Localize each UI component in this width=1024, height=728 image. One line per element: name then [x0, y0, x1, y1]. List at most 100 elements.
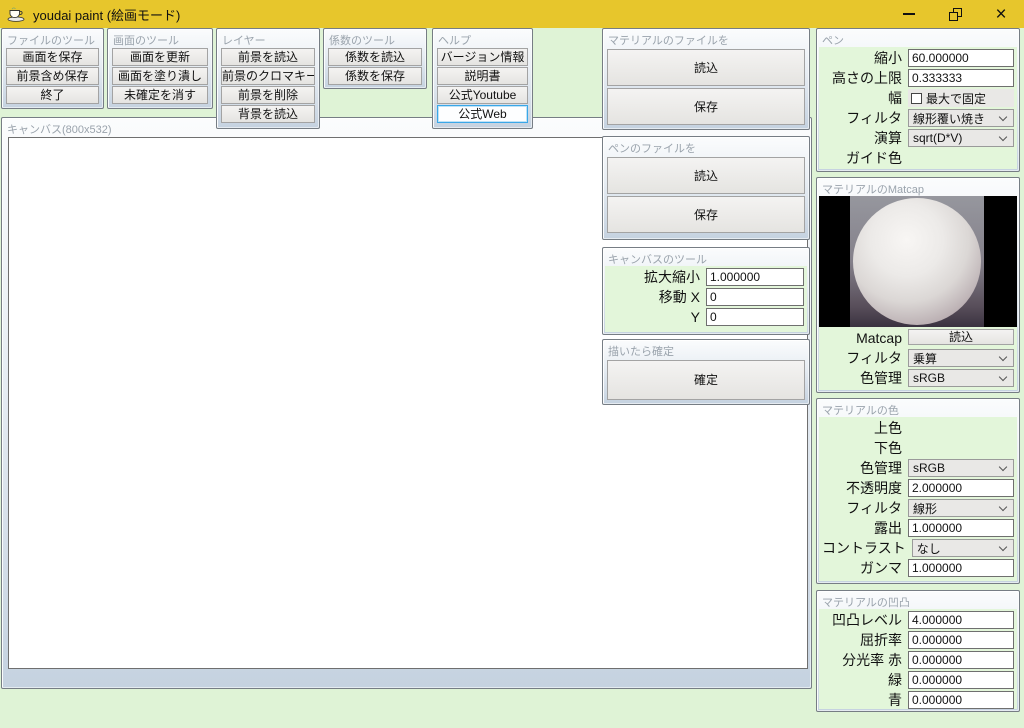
pen-shrink-input[interactable]: [908, 49, 1014, 67]
close-button[interactable]: ×: [978, 0, 1024, 28]
pen-shrink-label: 縮小: [874, 50, 902, 66]
move-y-label: Y: [690, 309, 700, 325]
help-panel: ヘルプ バージョン情報 説明書 公式Youtube 公式Web: [432, 28, 533, 129]
delete-foreground-button[interactable]: 前景を削除: [221, 86, 315, 104]
file-tools-title: ファイルのツール: [7, 35, 95, 47]
zoom-label: 拡大縮小: [644, 269, 700, 285]
zoom-row: 拡大縮小: [608, 268, 804, 286]
material-file-title: マテリアルのファイルを: [608, 35, 729, 47]
canvas-tools-panel: キャンバスのツール 拡大縮小 移動 X Y: [602, 247, 810, 335]
save-with-foreground-button[interactable]: 前景含め保存: [6, 67, 99, 85]
zoom-input[interactable]: [706, 268, 804, 286]
chevron-down-icon: [998, 132, 1008, 141]
opacity-input[interactable]: [908, 479, 1014, 497]
erase-unconfirmed-button[interactable]: 未確定を消す: [112, 86, 208, 104]
pen-width-fix-label: 最大で固定: [926, 91, 987, 106]
gamma-input[interactable]: [908, 559, 1014, 577]
matcap-sphere: [853, 198, 981, 325]
spectral-b-input[interactable]: [908, 691, 1014, 709]
foreground-chromakey-button[interactable]: 前景のクロマキー: [221, 67, 315, 85]
pen-panel-body: 縮小 高さの上限 幅 最大で固定 フィルタ: [819, 47, 1017, 169]
color-filter-row: フィルタ 線形: [822, 499, 1014, 517]
material-bump-body: 凹凸レベル 屈折率 分光率 赤 緑 青: [819, 609, 1017, 709]
fill-screen-button[interactable]: 画面を塗り潰し: [112, 67, 208, 85]
app-teacup-icon: [7, 6, 25, 22]
refraction-label: 屈折率: [860, 632, 902, 648]
exposure-input[interactable]: [908, 519, 1014, 537]
color-filter-select[interactable]: 線形: [908, 499, 1014, 517]
spectral-r-input[interactable]: [908, 651, 1014, 669]
restore-icon: [948, 7, 962, 21]
material-save-button[interactable]: 保存: [607, 88, 805, 125]
pen-op-label: 演算: [874, 130, 902, 146]
matcap-cm-select[interactable]: sRGB: [908, 369, 1014, 387]
pen-height-input[interactable]: [908, 69, 1014, 87]
color-cm-label: 色管理: [860, 460, 902, 476]
chevron-down-icon: [998, 352, 1008, 361]
exit-button[interactable]: 終了: [6, 86, 99, 104]
pen-filter-select[interactable]: 線形覆い焼き: [908, 109, 1014, 127]
contrast-label: コントラスト: [822, 540, 906, 556]
matcap-filter-label: フィルタ: [846, 350, 902, 366]
matcap-filter-select[interactable]: 乗算: [908, 349, 1014, 367]
layer-panel-title: レイヤー: [222, 35, 266, 47]
matcap-load-button[interactable]: 読込: [908, 329, 1014, 345]
contrast-select[interactable]: なし: [911, 539, 1014, 557]
confirm-panel-title: 描いたら確定: [608, 346, 674, 358]
material-color-body: 上色 下色 色管理 sRGB 不透明度 フィルタ: [819, 417, 1017, 581]
move-x-row: 移動 X: [608, 288, 804, 306]
window-controls: ×: [886, 0, 1024, 28]
refraction-input[interactable]: [908, 631, 1014, 649]
load-background-button[interactable]: 背景を読込: [221, 105, 315, 123]
spectral-g-row: 緑: [822, 671, 1014, 689]
official-web-button[interactable]: 公式Web: [437, 105, 528, 123]
confirm-button[interactable]: 確定: [607, 360, 805, 400]
update-screen-button[interactable]: 画面を更新: [112, 48, 208, 66]
bump-level-input[interactable]: [908, 611, 1014, 629]
pen-filter-label: フィルタ: [846, 110, 902, 126]
pen-save-button[interactable]: 保存: [607, 196, 805, 233]
bottom-color-label: 下色: [874, 440, 902, 456]
window-title: youdai paint (絵画モード): [33, 7, 181, 23]
pen-shrink-row: 縮小: [822, 49, 1014, 67]
load-foreground-button[interactable]: 前景を読込: [221, 48, 315, 66]
matcap-rows: Matcap 読込 フィルタ 乗算 色管理 sRGB: [819, 327, 1017, 390]
refraction-row: 屈折率: [822, 631, 1014, 649]
gamma-row: ガンマ: [822, 559, 1014, 577]
spectral-b-row: 青: [822, 691, 1014, 709]
version-info-button[interactable]: バージョン情報: [437, 48, 528, 66]
file-tools-panel: ファイルのツール 画面を保存 前景含め保存 終了: [1, 28, 104, 109]
load-coef-button[interactable]: 係数を読込: [328, 48, 422, 66]
move-x-label: 移動 X: [658, 289, 700, 305]
gamma-label: ガンマ: [860, 560, 902, 576]
chevron-down-icon: [998, 502, 1008, 511]
move-x-input[interactable]: [706, 288, 804, 306]
save-screen-button[interactable]: 画面を保存: [6, 48, 99, 66]
pen-width-fix-checkbox[interactable]: [911, 92, 922, 104]
save-coef-button[interactable]: 係数を保存: [328, 67, 422, 85]
matcap-panel-title: マテリアルのMatcap: [822, 184, 924, 196]
canvas-tools-title: キャンバスのツール: [608, 254, 707, 266]
spectral-b-label: 青: [888, 692, 902, 708]
material-bump-panel: マテリアルの凹凸 凹凸レベル 屈折率 分光率 赤 緑 青: [816, 590, 1020, 712]
manual-button[interactable]: 説明書: [437, 67, 528, 85]
material-load-button[interactable]: 読込: [607, 49, 805, 86]
pen-op-select[interactable]: sqrt(D*V): [908, 129, 1014, 147]
official-youtube-button[interactable]: 公式Youtube: [437, 86, 528, 104]
matcap-frame: [850, 196, 984, 327]
pen-load-button[interactable]: 読込: [607, 157, 805, 194]
screen-tools-title: 画面のツール: [113, 35, 179, 47]
pen-guide-label: ガイド色: [846, 150, 902, 166]
color-cm-select[interactable]: sRGB: [908, 459, 1014, 477]
bottom-color-row: 下色: [822, 439, 1014, 457]
minimize-icon: [903, 13, 915, 15]
minimize-button[interactable]: [886, 0, 932, 28]
matcap-filter-row: フィルタ 乗算: [822, 349, 1014, 367]
restore-button[interactable]: [932, 0, 978, 28]
pen-panel-title: ペン: [822, 35, 844, 47]
move-y-input[interactable]: [706, 308, 804, 326]
bump-level-row: 凹凸レベル: [822, 611, 1014, 629]
pen-width-fix-row: 最大で固定: [908, 89, 1014, 107]
spectral-g-input[interactable]: [908, 671, 1014, 689]
close-icon: ×: [995, 3, 1007, 25]
